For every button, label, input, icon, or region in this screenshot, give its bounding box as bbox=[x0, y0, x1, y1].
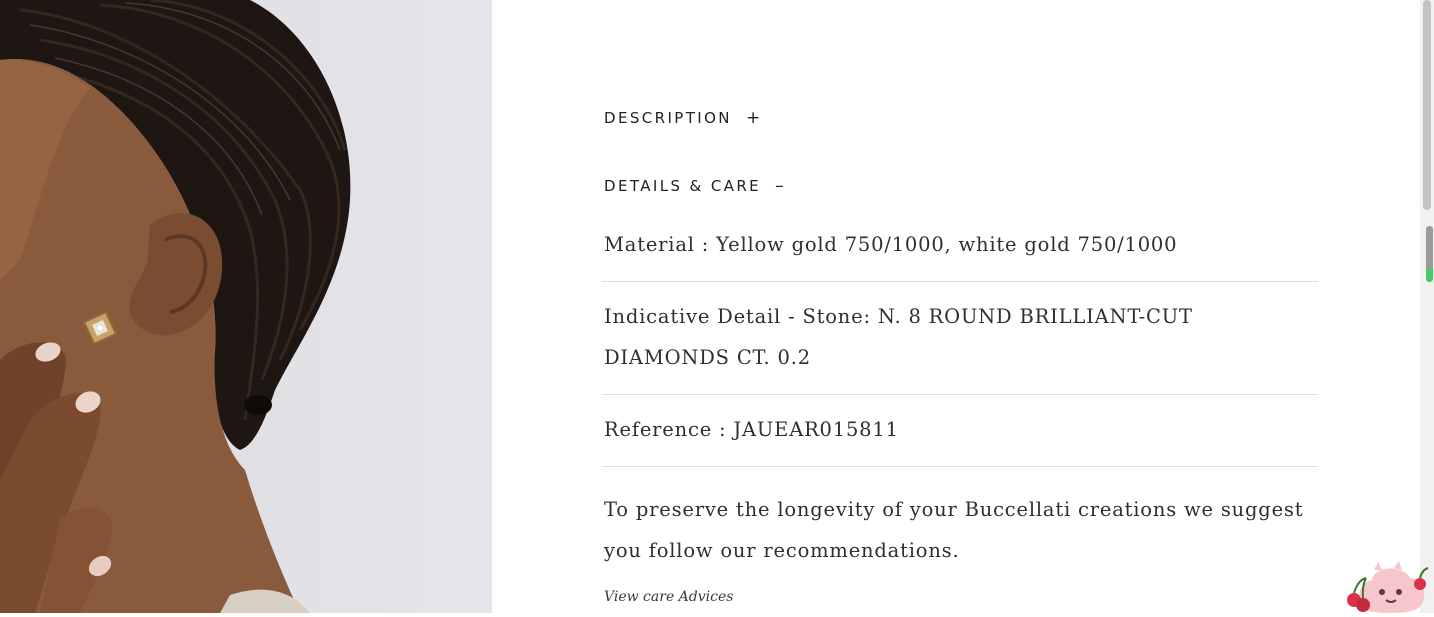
portrait-earring-photo bbox=[0, 0, 351, 613]
material-detail: Material : Yellow gold 750/1000, white g… bbox=[604, 233, 1178, 256]
care-recommendation-text: To preserve the longevity of your Buccel… bbox=[604, 498, 1304, 562]
details-care-label: DETAILS & CARE bbox=[604, 177, 762, 195]
scrollbar-thumb[interactable] bbox=[1423, 0, 1431, 210]
page-scrollbar[interactable] bbox=[1420, 0, 1434, 613]
scroll-progress-marker bbox=[1426, 226, 1433, 282]
expand-plus-icon[interactable]: + bbox=[746, 108, 760, 128]
divider bbox=[602, 394, 1318, 395]
product-photo bbox=[0, 0, 492, 613]
details-care-accordion-toggle[interactable]: DETAILS & CARE – bbox=[604, 176, 784, 196]
view-care-advices-link[interactable]: View care Advices bbox=[604, 589, 733, 605]
description-label: DESCRIPTION bbox=[604, 109, 732, 127]
product-details-panel: DESCRIPTION + DETAILS & CARE – Material … bbox=[492, 0, 1420, 613]
stone-detail: Indicative Detail - Stone: N. 8 ROUND BR… bbox=[604, 305, 1193, 369]
divider bbox=[602, 281, 1318, 282]
reference-detail: Reference : JAUEAR015811 bbox=[604, 418, 899, 441]
divider bbox=[602, 466, 1318, 467]
collapse-minus-icon[interactable]: – bbox=[775, 176, 784, 196]
cherry-mascot-icon[interactable] bbox=[1344, 558, 1434, 613]
description-accordion-toggle[interactable]: DESCRIPTION + bbox=[604, 108, 760, 128]
